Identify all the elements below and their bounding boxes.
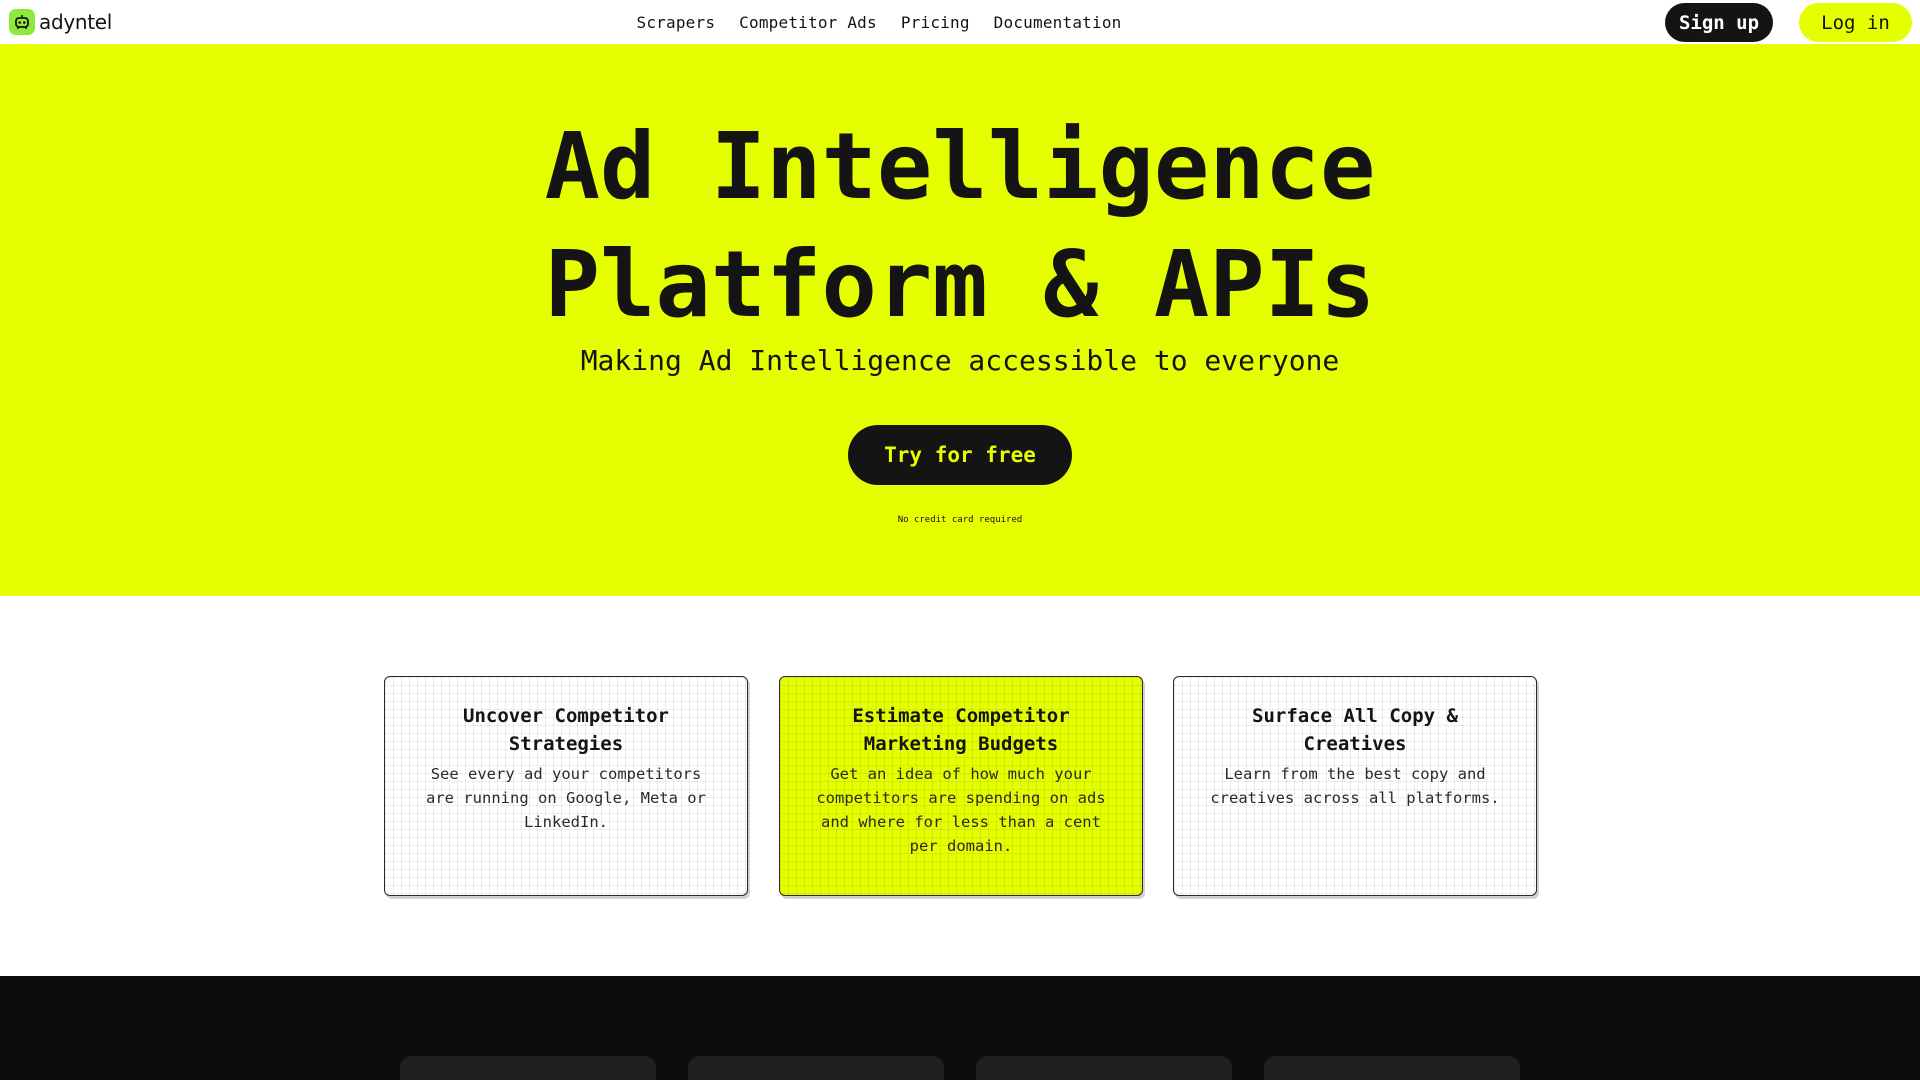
feature-card-description: See every ad your competitors are runnin… — [426, 765, 706, 831]
feature-card-title: Uncover Competitor Strategies — [463, 705, 669, 755]
top-navbar: adyntel Scrapers Competitor Ads Pricing … — [0, 0, 1920, 44]
dark-tile — [976, 1056, 1232, 1080]
dark-tile — [400, 1056, 656, 1080]
feature-card-title: Surface All Copy & Creatives — [1252, 705, 1458, 755]
nav-link-scrapers[interactable]: Scrapers — [636, 13, 715, 32]
feature-card-budgets: Estimate Competitor Marketing Budgets Ge… — [779, 676, 1143, 896]
feature-card-strategies: Uncover Competitor Strategies See every … — [384, 676, 748, 896]
hero-title: Ad Intelligence Platform & APIs — [0, 108, 1920, 344]
nav-link-documentation[interactable]: Documentation — [994, 13, 1122, 32]
hero-title-line-1: Ad Intelligence — [544, 113, 1376, 220]
feature-card-title: Estimate Competitor Marketing Budgets — [852, 705, 1070, 755]
feature-card-description: Learn from the best copy and creatives a… — [1210, 765, 1500, 807]
feature-card-creatives: Surface All Copy & Creatives Learn from … — [1173, 676, 1537, 896]
main-nav: Scrapers Competitor Ads Pricing Document… — [0, 0, 1920, 44]
dark-tile — [688, 1056, 944, 1080]
robot-icon — [9, 9, 35, 35]
hero-subtitle: Making Ad Intelligence accessible to eve… — [580, 344, 1340, 377]
log-in-button[interactable]: Log in — [1799, 3, 1912, 42]
feature-card-description: Get an idea of how much your competitors… — [816, 765, 1106, 855]
brand-name: adyntel — [39, 10, 113, 34]
features-section: Uncover Competitor Strategies See every … — [0, 676, 1920, 896]
nav-link-pricing[interactable]: Pricing — [901, 13, 970, 32]
dark-tile — [1264, 1056, 1520, 1080]
dark-section — [0, 976, 1920, 1080]
try-for-free-button[interactable]: Try for free — [848, 425, 1072, 485]
no-credit-card-note: No credit card required — [897, 515, 1023, 525]
sign-up-button[interactable]: Sign up — [1665, 3, 1773, 42]
hero-title-line-2: Platform & APIs — [544, 231, 1376, 338]
hero-section: Ad Intelligence Platform & APIs Making A… — [0, 44, 1920, 596]
logo-link[interactable]: adyntel — [9, 9, 112, 35]
nav-link-competitor-ads[interactable]: Competitor Ads — [739, 13, 877, 32]
